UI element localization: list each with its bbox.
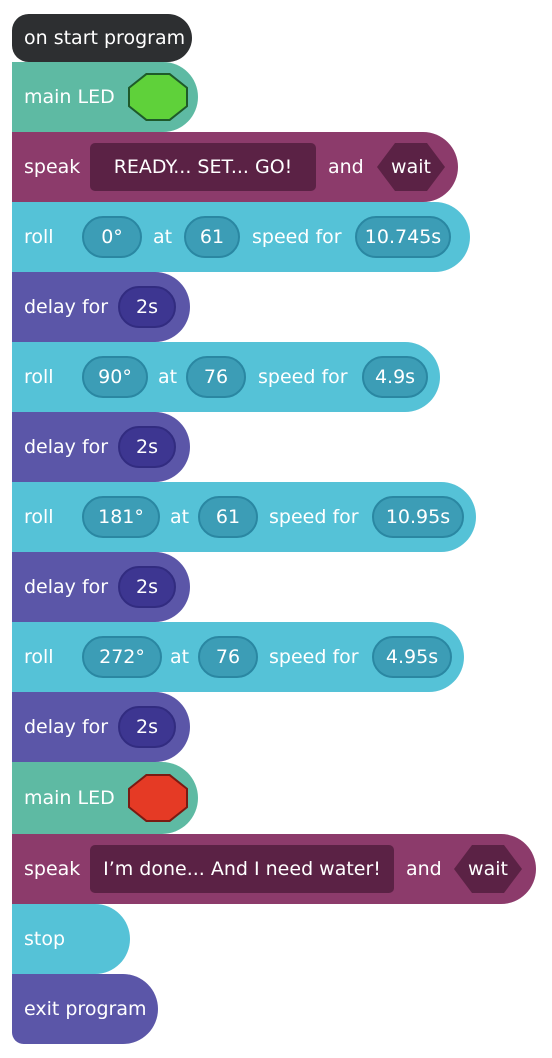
roll-block[interactable]: roll 272° at 76 speed for 4.95s bbox=[12, 622, 464, 692]
speed-input[interactable]: 76 bbox=[186, 356, 246, 398]
block-label: exit program bbox=[24, 998, 147, 1020]
delay-input[interactable]: 2s bbox=[118, 706, 176, 748]
block-label: delay for bbox=[24, 436, 109, 458]
block-label: roll bbox=[24, 366, 54, 388]
speed-input[interactable]: 61 bbox=[198, 496, 258, 538]
at-label: at bbox=[158, 366, 178, 388]
speed-for-label: speed for bbox=[269, 506, 359, 528]
delay-block[interactable]: delay for 2s bbox=[12, 552, 190, 622]
duration-input[interactable]: 10.95s bbox=[372, 496, 464, 538]
block-label: on start program bbox=[24, 27, 186, 49]
roll-block[interactable]: roll 181° at 61 speed for 10.95s bbox=[12, 482, 476, 552]
block-label: delay for bbox=[24, 716, 109, 738]
speed-for-label: speed for bbox=[252, 226, 342, 248]
speak-block[interactable]: speak READY... SET... GO! and wait bbox=[12, 132, 458, 202]
block-label: speak bbox=[24, 858, 81, 880]
duration-input[interactable]: 10.745s bbox=[355, 216, 451, 258]
roll-block[interactable]: roll 0° at 61 speed for 10.745s bbox=[12, 202, 470, 272]
speech-text-field[interactable]: I’m done... And I need water! bbox=[90, 845, 394, 893]
delay-block[interactable]: delay for 2s bbox=[12, 272, 190, 342]
at-label: at bbox=[170, 506, 190, 528]
and-label: and bbox=[406, 858, 442, 880]
heading-input[interactable]: 181° bbox=[82, 496, 160, 538]
block-label: stop bbox=[24, 928, 66, 950]
block-label: main LED bbox=[24, 787, 115, 809]
block-label: speak bbox=[24, 156, 81, 178]
heading-input[interactable]: 90° bbox=[82, 356, 148, 398]
main-led-block[interactable]: main LED bbox=[12, 62, 198, 132]
roll-block[interactable]: roll 90° at 76 speed for 4.9s bbox=[12, 342, 440, 412]
duration-input[interactable]: 4.9s bbox=[362, 356, 428, 398]
wait-toggle[interactable]: wait bbox=[454, 845, 522, 893]
at-label: at bbox=[170, 646, 190, 668]
at-label: at bbox=[153, 226, 173, 248]
speed-for-label: speed for bbox=[269, 646, 359, 668]
led-color-swatch[interactable] bbox=[128, 774, 188, 822]
block-label: roll bbox=[24, 226, 54, 248]
speech-text-field[interactable]: READY... SET... GO! bbox=[90, 143, 316, 191]
main-led-block[interactable]: main LED bbox=[12, 762, 198, 834]
exit-program-block[interactable]: exit program bbox=[12, 974, 158, 1044]
speed-for-label: speed for bbox=[258, 366, 348, 388]
block-label: delay for bbox=[24, 296, 109, 318]
delay-input[interactable]: 2s bbox=[118, 286, 176, 328]
delay-block[interactable]: delay for 2s bbox=[12, 412, 190, 482]
delay-block[interactable]: delay for 2s bbox=[12, 692, 190, 762]
speed-input[interactable]: 61 bbox=[184, 216, 240, 258]
wait-toggle[interactable]: wait bbox=[377, 143, 445, 191]
block-label: main LED bbox=[24, 86, 115, 108]
and-label: and bbox=[328, 156, 364, 178]
heading-input[interactable]: 0° bbox=[82, 216, 142, 258]
block-label: roll bbox=[24, 646, 54, 668]
speed-input[interactable]: 76 bbox=[198, 636, 258, 678]
stop-block[interactable]: stop bbox=[12, 904, 130, 974]
delay-input[interactable]: 2s bbox=[118, 426, 176, 468]
block-label: roll bbox=[24, 506, 54, 528]
duration-input[interactable]: 4.95s bbox=[372, 636, 452, 678]
on-start-program-block[interactable]: on start program bbox=[12, 14, 192, 62]
delay-input[interactable]: 2s bbox=[118, 566, 176, 608]
speak-block[interactable]: speak I’m done... And I need water! and … bbox=[12, 834, 536, 904]
block-label: delay for bbox=[24, 576, 109, 598]
led-color-swatch[interactable] bbox=[128, 73, 188, 121]
heading-input[interactable]: 272° bbox=[82, 636, 162, 678]
